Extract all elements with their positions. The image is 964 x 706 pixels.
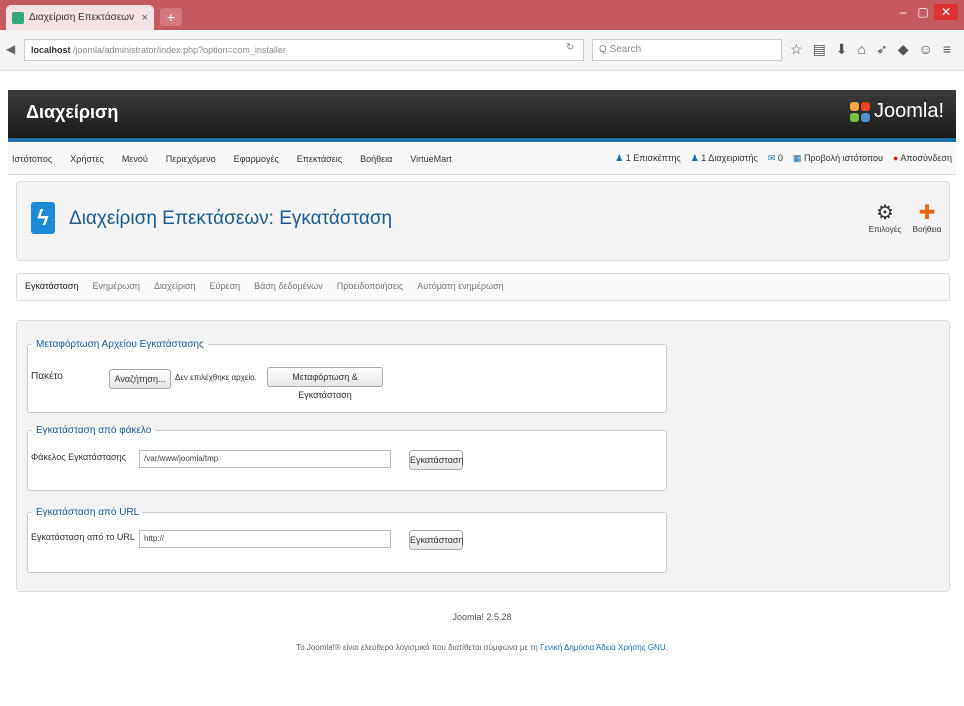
tab-install-languages[interactable]: Αυτόματη ενημέρωση <box>417 281 503 291</box>
page-title: Διαχείριση Επεκτάσεων: Εγκατάσταση <box>69 208 393 229</box>
reading-list-icon[interactable]: ▤ <box>813 41 826 58</box>
bookmark-star-icon[interactable]: ☆ <box>790 41 803 58</box>
logout-label: Αποσύνδεση <box>900 153 952 163</box>
folder-legend: Εγκατάσταση από φάκελο <box>36 425 152 436</box>
reload-icon[interactable]: ↻ <box>566 42 574 53</box>
url-path: /joomla/administrator/index.php?option=c… <box>73 45 286 55</box>
menu-icon[interactable]: ≡ <box>943 41 951 58</box>
new-tab-button[interactable]: + <box>160 8 182 26</box>
browser-toolbar: ☆ ▤ ⬇ ⌂ ➶ ◆ ☺ ≡ <box>790 41 951 58</box>
admins-status: ♟ 1 Διαχειριστής <box>691 153 758 164</box>
main-menu: Ιστότοπος Χρήστες Μενού Περιεχόμενο Εφαρ… <box>12 154 452 164</box>
tab-discover[interactable]: Εύρεση <box>210 281 241 291</box>
tab-install[interactable]: Εγκατάσταση <box>25 281 78 291</box>
help-label: Βοήθεια <box>912 225 942 234</box>
back-icon[interactable]: ◀ <box>6 42 15 56</box>
status-bar: ♟ 1 Επισκέπτης ♟ 1 Διαχειριστής ✉ 0 ▦ Πρ… <box>615 153 952 164</box>
logout-link[interactable]: ● Αποσύνδεση <box>893 153 952 164</box>
view-site-label: Προβολή ιστότοπου <box>803 153 883 163</box>
package-label: Πακέτο <box>31 371 63 382</box>
help-button[interactable]: ✚ Βοήθεια <box>907 200 947 234</box>
no-file-text: Δεν επιλέχθηκε αρχείο. <box>175 373 257 382</box>
menu-item-virtuemart[interactable]: VirtueMart <box>410 154 451 164</box>
joomla-logo-text: Joomla! <box>873 100 944 122</box>
visitors-label: 1 Επισκέπτης <box>625 153 681 163</box>
url-install-button[interactable]: Εγκατάσταση <box>409 530 463 550</box>
browser-tab[interactable]: Διαχείριση Επεκτάσεων - Ε... × <box>6 5 154 30</box>
tab-close-icon[interactable]: × <box>142 12 148 24</box>
maximize-icon[interactable]: ▢ <box>914 4 932 20</box>
admins-label: 1 Διαχειριστής <box>701 153 758 163</box>
folder-path-input[interactable]: /var/www/joomla/tmp <box>139 450 391 468</box>
url-host: localhost <box>31 45 71 55</box>
logout-icon: ● <box>892 153 899 163</box>
menu-item-content[interactable]: Περιεχόμενο <box>166 154 216 164</box>
url-legend: Εγκατάσταση από URL <box>36 507 140 518</box>
installer-tabs: Εγκατάσταση Ενημέρωση Διαχείριση Εύρεση … <box>16 273 950 301</box>
options-label: Επιλογές <box>868 225 902 234</box>
admin-title: Διαχείριση <box>26 102 119 122</box>
close-window-icon[interactable]: ✕ <box>934 4 958 20</box>
help-icon: ✚ <box>918 202 936 224</box>
options-button[interactable]: ⚙ Επιλογές <box>865 200 905 234</box>
upload-legend: Μεταφόρτωση Αρχείου Εγκατάστασης <box>36 339 204 350</box>
users-icon: ♟ <box>615 153 624 163</box>
menu-item-help[interactable]: Βοήθεια <box>360 154 392 164</box>
pocket-icon[interactable]: ◆ <box>898 41 909 58</box>
view-site-icon: ▦ <box>792 153 802 163</box>
messages-count: 0 <box>777 153 783 163</box>
admin-menubar: Ιστότοπος Χρήστες Μενού Περιεχόμενο Εφαρ… <box>8 144 956 175</box>
account-icon[interactable]: ☺ <box>919 41 933 58</box>
search-input[interactable]: Q Search <box>592 39 782 61</box>
menu-item-components[interactable]: Εφαρμογές <box>234 154 279 164</box>
menu-item-menus[interactable]: Μενού <box>122 154 148 164</box>
joomla-logo-icon <box>849 101 870 122</box>
window-controls: – ▢ ✕ <box>894 4 958 20</box>
page-toolbar: ϟ Διαχείριση Επεκτάσεων: Εγκατάσταση ⚙ Ε… <box>16 181 950 261</box>
admin-user-icon: ♟ <box>690 153 699 163</box>
version-text: Joomla! 2.5.28 <box>452 612 512 622</box>
messages-status: ✉ 0 <box>768 153 783 164</box>
options-icon: ⚙ <box>876 202 894 224</box>
extensions-icon: ϟ <box>31 202 55 234</box>
folder-label: Φάκελος Εγκατάστασης <box>31 452 126 462</box>
menu-item-site[interactable]: Ιστότοπος <box>12 154 52 164</box>
messages-icon: ✉ <box>767 153 776 163</box>
tab-update[interactable]: Ενημέρωση <box>92 281 139 291</box>
tab-manage[interactable]: Διαχείριση <box>154 281 196 291</box>
install-panel: Μεταφόρτωση Αρχείου Εγκατάστασης Πακέτο … <box>16 320 950 592</box>
browser-navbar: ◀ localhost /joomla/administrator/index.… <box>0 30 964 71</box>
license-text: Το Joomla!® είναι ελεύθερο λογισμικό που… <box>0 643 964 652</box>
url-bar[interactable]: localhost /joomla/administrator/index.ph… <box>24 39 584 61</box>
favicon-icon <box>12 11 24 24</box>
download-icon[interactable]: ⬇ <box>836 41 848 58</box>
license-prefix: Το Joomla!® είναι ελεύθερο λογισμικό που… <box>296 643 541 652</box>
admin-header: Διαχείριση Joomla! <box>8 90 956 142</box>
tab-warnings[interactable]: Προειδοποιήσεις <box>337 281 404 291</box>
browser-titlebar: Διαχείριση Επεκτάσεων - Ε... × + – ▢ ✕ <box>0 0 964 30</box>
url-install-input[interactable]: http:// <box>139 530 391 548</box>
folder-install-button[interactable]: Εγκατάσταση <box>409 450 463 470</box>
browse-button[interactable]: Αναζήτηση... <box>109 369 171 389</box>
tab-database[interactable]: Βάση δεδομένων <box>254 281 323 291</box>
menu-item-extensions[interactable]: Επεκτάσεις <box>297 154 342 164</box>
tab-title: Διαχείριση Επεκτάσεων - Ε... <box>29 12 137 23</box>
visitors-status: ♟ 1 Επισκέπτης <box>615 153 681 164</box>
share-icon[interactable]: ➶ <box>876 41 888 58</box>
joomla-logo[interactable]: Joomla! <box>849 100 944 123</box>
minimize-icon[interactable]: – <box>894 4 912 20</box>
url-install-label: Εγκατάσταση από το URL <box>31 532 135 542</box>
home-icon[interactable]: ⌂ <box>858 41 866 58</box>
gpl-link[interactable]: Γενική Δημόσια Άδεια Χρήσης GNU. <box>540 643 668 652</box>
view-site-link[interactable]: ▦ Προβολή ιστότοπου <box>793 153 883 164</box>
menu-item-users[interactable]: Χρήστες <box>70 154 104 164</box>
upload-install-button[interactable]: Μεταφόρτωση & Εγκατάσταση <box>267 367 383 400</box>
